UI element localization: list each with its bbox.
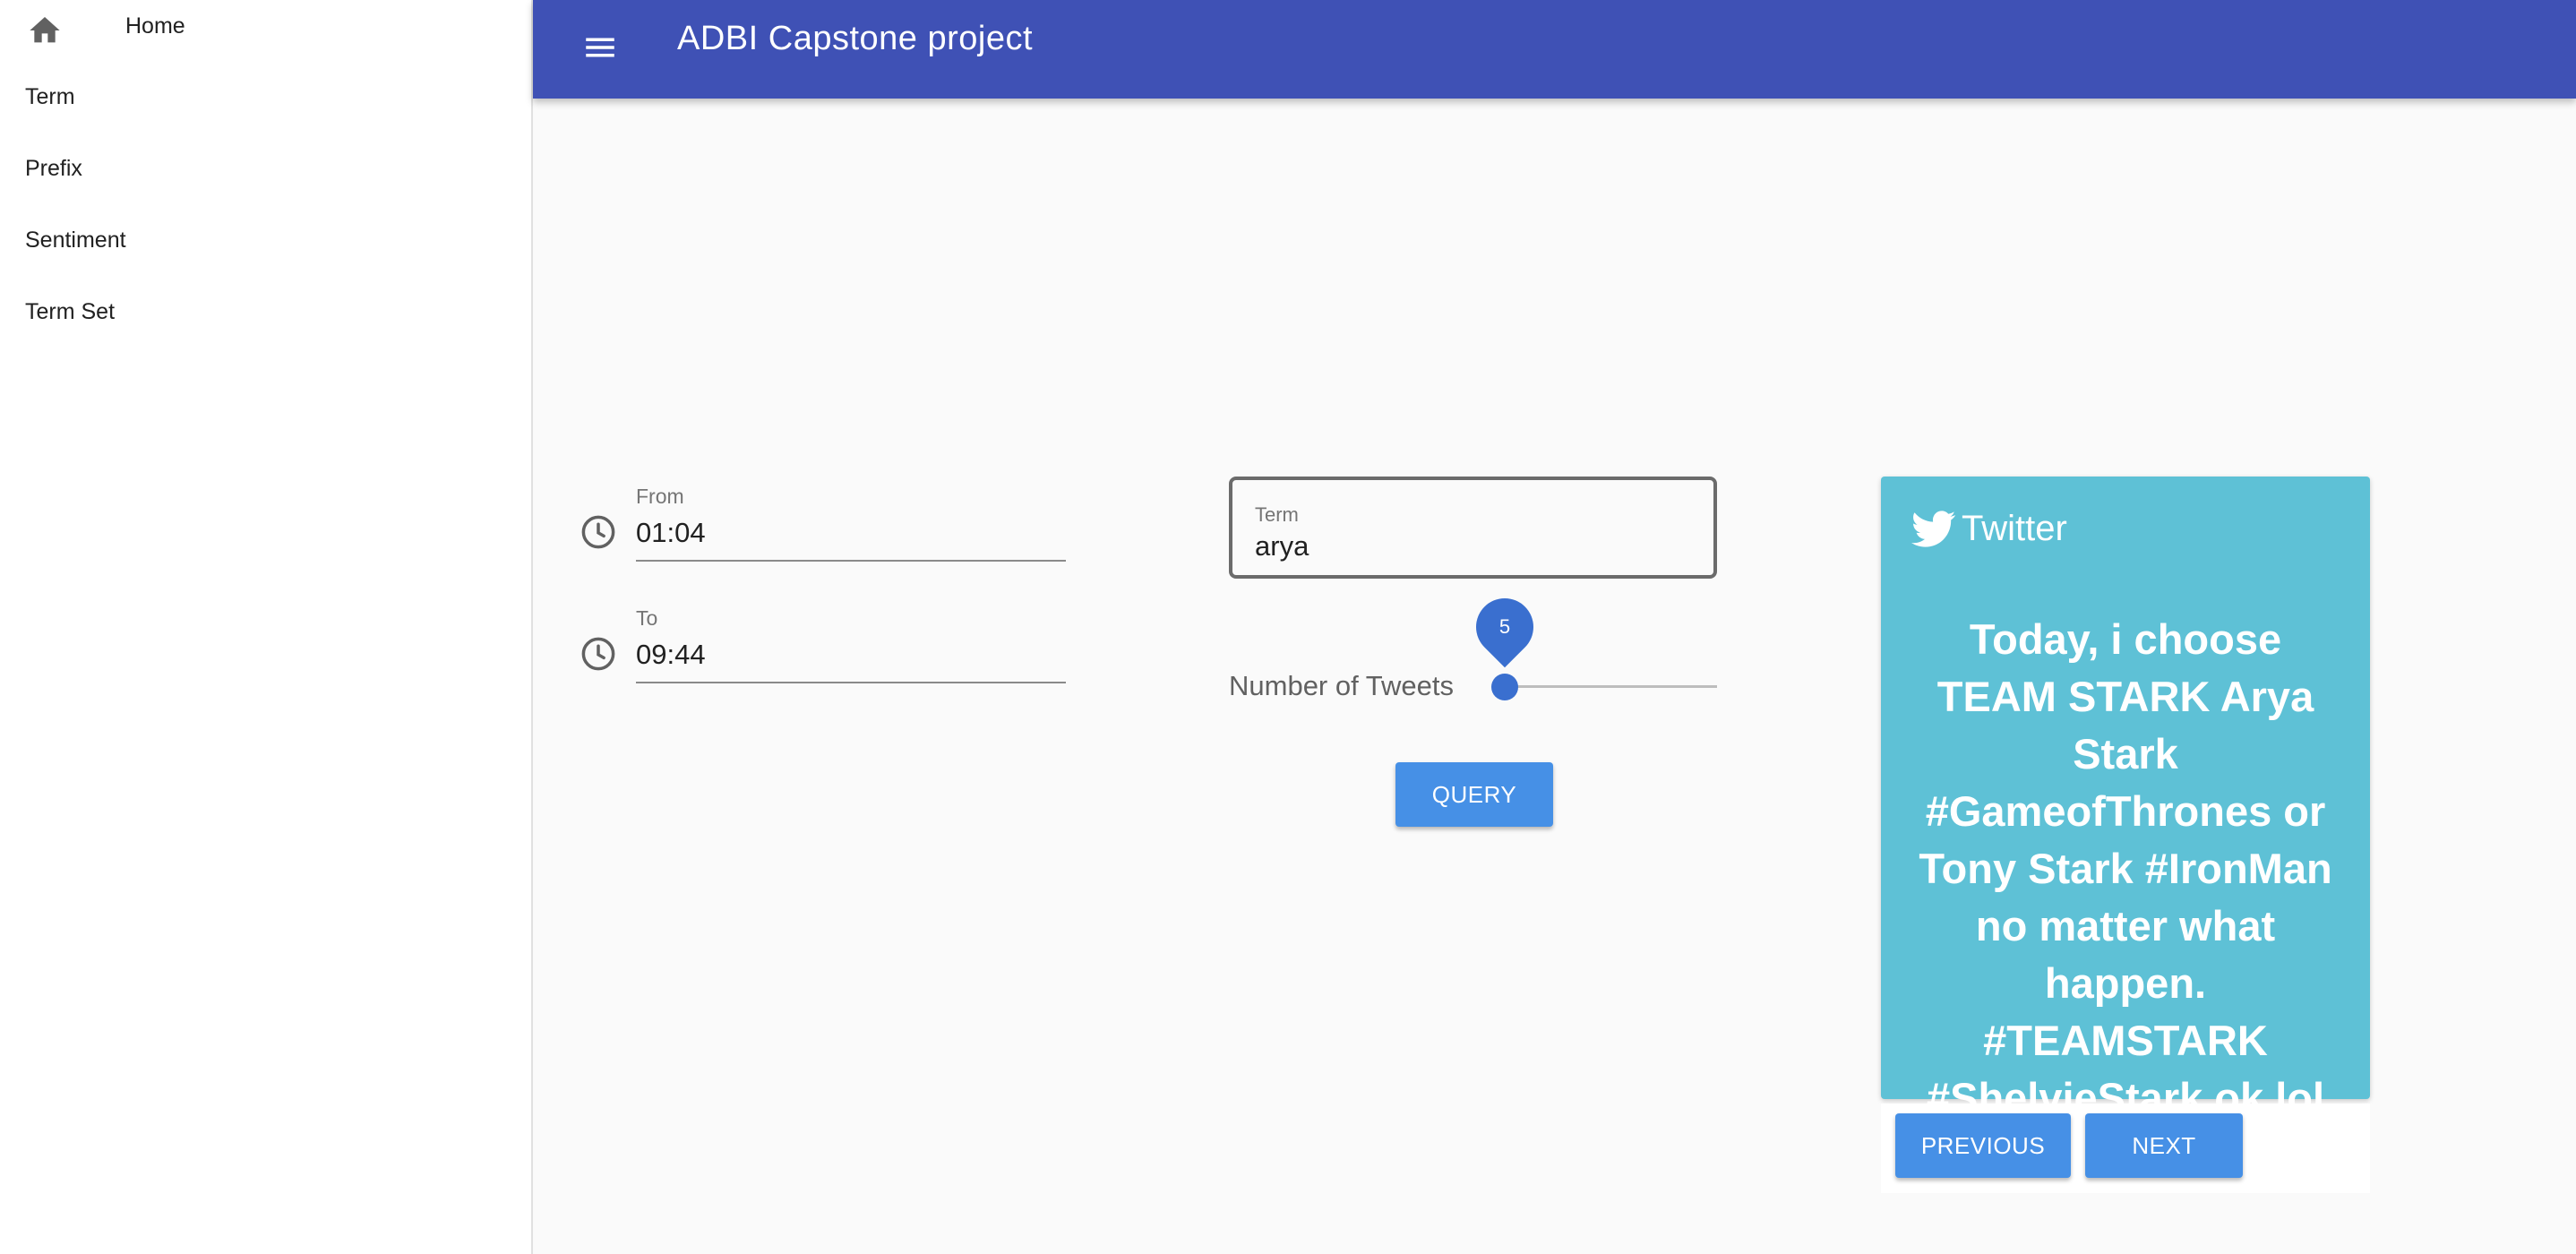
to-label: To bbox=[636, 606, 658, 630]
term-label: Term bbox=[1255, 503, 1299, 526]
sidebar-item-term[interactable]: Term bbox=[25, 84, 75, 110]
sidebar-item-prefix[interactable]: Prefix bbox=[25, 156, 82, 182]
term-input[interactable]: Term arya bbox=[1229, 477, 1717, 579]
query-button[interactable]: QUERY bbox=[1395, 762, 1553, 827]
home-icon bbox=[30, 17, 60, 43]
twitter-label: Twitter bbox=[1962, 509, 2067, 548]
previous-button[interactable]: PREVIOUS bbox=[1895, 1113, 2071, 1178]
tweet-text: Today, i choose TEAM STARK Arya Stark #G… bbox=[1919, 615, 2332, 1121]
tweet-card-header: Twitter bbox=[1911, 509, 2067, 549]
tweets-slider-thumb[interactable] bbox=[1491, 674, 1518, 700]
from-input[interactable]: 01:04 bbox=[636, 517, 1066, 562]
from-time-field: From 01:04 bbox=[578, 479, 1070, 569]
tweets-slider-track[interactable] bbox=[1505, 685, 1717, 688]
next-button[interactable]: NEXT bbox=[2085, 1113, 2243, 1178]
sidebar-item-term-set[interactable]: Term Set bbox=[25, 299, 115, 325]
sidebar: Home Term Prefix Sentiment Term Set bbox=[0, 0, 533, 1254]
clock-icon[interactable] bbox=[580, 513, 617, 551]
sidebar-item-sentiment[interactable]: Sentiment bbox=[25, 228, 126, 253]
menu-icon[interactable] bbox=[581, 29, 619, 66]
twitter-bird-icon bbox=[1911, 510, 1956, 547]
sidebar-item-home[interactable]: Home bbox=[27, 13, 185, 48]
slider-value: 5 bbox=[1498, 615, 1511, 638]
to-input[interactable]: 09:44 bbox=[636, 639, 1066, 683]
clock-icon[interactable] bbox=[580, 635, 617, 673]
sidebar-item-label: Home bbox=[125, 13, 185, 39]
page-title: ADBI Capstone project bbox=[677, 20, 1034, 57]
from-label: From bbox=[636, 485, 684, 508]
tweets-slider-label: Number of Tweets bbox=[1229, 670, 1454, 701]
to-time-field: To 09:44 bbox=[578, 601, 1070, 691]
tweet-card: Twitter Today, i choose TEAM STARK Arya … bbox=[1881, 477, 2370, 1121]
app-bar: ADBI Capstone project bbox=[533, 0, 2576, 99]
term-value: arya bbox=[1255, 530, 1309, 562]
